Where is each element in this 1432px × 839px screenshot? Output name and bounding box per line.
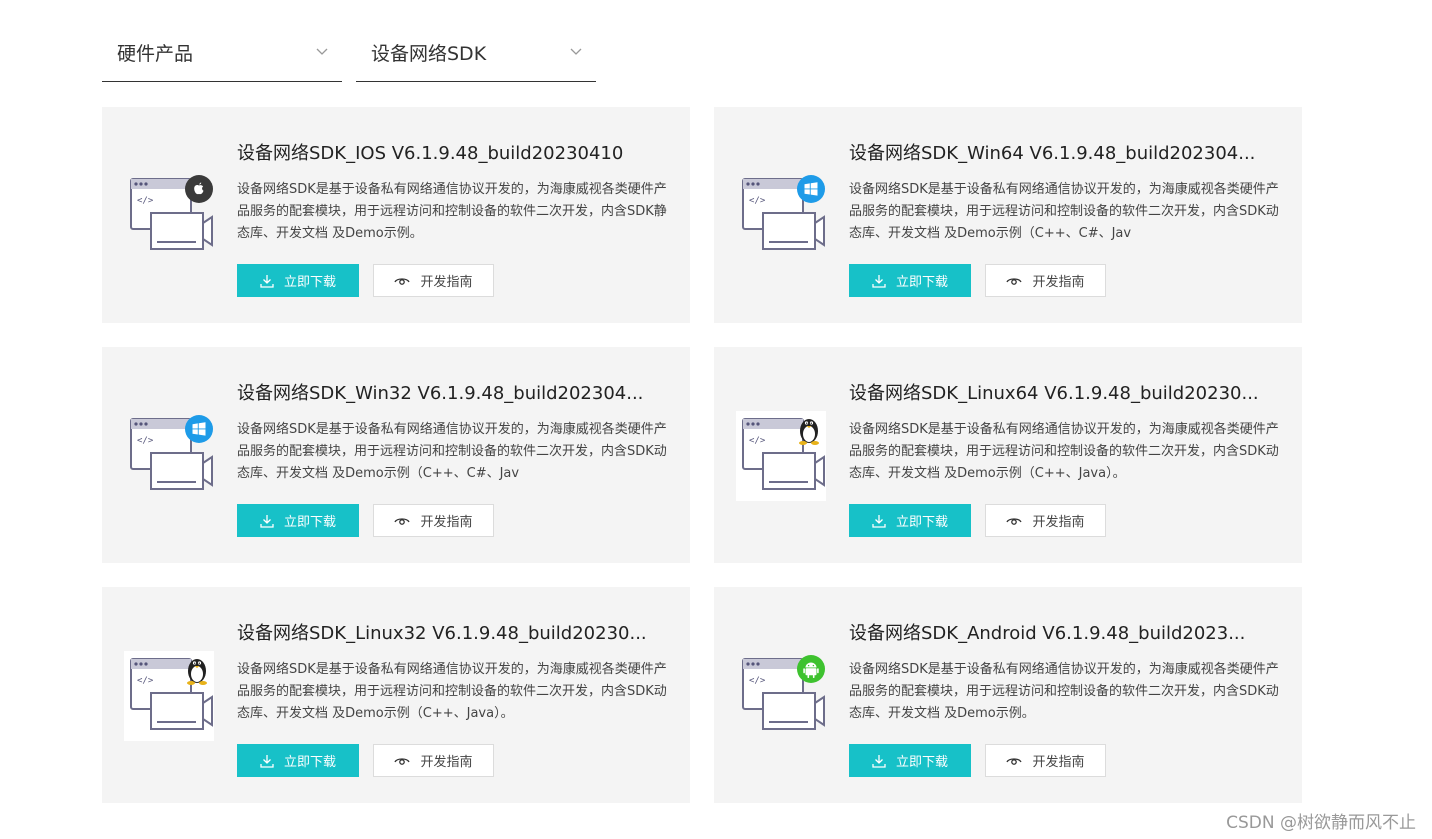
dev-guide-button[interactable]: 开发指南 — [373, 264, 494, 297]
apple-icon — [184, 174, 214, 208]
eye-icon — [1006, 277, 1023, 285]
dev-guide-button[interactable]: 开发指南 — [985, 264, 1106, 297]
dev-guide-label: 开发指南 — [420, 515, 473, 530]
eye-icon — [1006, 757, 1023, 765]
download-button[interactable]: 立即下载 — [849, 264, 971, 297]
sdk-description: 设备网络SDK是基于设备私有网络通信协议开发的，为海康威视各类硬件产品服务的配套… — [237, 182, 667, 241]
download-icon — [260, 514, 274, 528]
sdk-title: 设备网络SDK_Win32 V6.1.9.48_build202304... — [237, 383, 644, 404]
download-icon — [872, 754, 886, 768]
sdk-description: 设备网络SDK是基于设备私有网络通信协议开发的，为海康威视各类硬件产品服务的配套… — [849, 422, 1279, 481]
svg-text:</>: </> — [749, 436, 766, 446]
chevron-down-icon — [570, 45, 582, 60]
svg-text:</>: </> — [749, 676, 766, 686]
download-label: 立即下载 — [895, 275, 948, 290]
dev-guide-button[interactable]: 开发指南 — [985, 504, 1106, 537]
download-button[interactable]: 立即下载 — [237, 744, 359, 777]
sdk-title: 设备网络SDK_Android V6.1.9.48_build2023... — [849, 623, 1246, 644]
dev-guide-label: 开发指南 — [1032, 275, 1085, 290]
download-icon — [260, 754, 274, 768]
android-icon — [796, 654, 826, 688]
dev-guide-button[interactable]: 开发指南 — [373, 504, 494, 537]
download-label: 立即下载 — [283, 275, 336, 290]
download-label: 立即下载 — [283, 755, 336, 770]
eye-icon — [394, 757, 411, 765]
sdk-title: 设备网络SDK_IOS V6.1.9.48_build20230410 — [237, 143, 624, 164]
sdk-type-label: 设备网络SDK — [371, 43, 487, 65]
download-label: 立即下载 — [283, 515, 336, 530]
sdk-title: 设备网络SDK_Linux64 V6.1.9.48_build20230... — [849, 383, 1259, 404]
download-button[interactable]: 立即下载 — [849, 504, 971, 537]
download-icon — [872, 514, 886, 528]
eye-icon — [394, 277, 411, 285]
sdk-description: 设备网络SDK是基于设备私有网络通信协议开发的，为海康威视各类硬件产品服务的配套… — [849, 662, 1279, 721]
dev-guide-label: 开发指南 — [420, 755, 473, 770]
chevron-down-icon — [316, 45, 328, 60]
sdk-title: 设备网络SDK_Win64 V6.1.9.48_build202304... — [849, 143, 1256, 164]
download-icon — [260, 274, 274, 288]
download-button[interactable]: 立即下载 — [237, 504, 359, 537]
dev-guide-label: 开发指南 — [1032, 515, 1085, 530]
svg-text:</>: </> — [137, 196, 154, 206]
dev-guide-button[interactable]: 开发指南 — [985, 744, 1106, 777]
sdk-type-dropdown[interactable]: 设备网络SDK — [356, 24, 596, 82]
sdk-description: 设备网络SDK是基于设备私有网络通信协议开发的，为海康威视各类硬件产品服务的配套… — [237, 662, 667, 721]
csdn-watermark: CSDN @树欲静而风不止 — [1226, 813, 1416, 833]
windows-icon — [796, 174, 826, 208]
svg-text:</>: </> — [137, 436, 154, 446]
hardware-product-label: 硬件产品 — [117, 43, 194, 65]
sdk-title: 设备网络SDK_Linux32 V6.1.9.48_build20230... — [237, 623, 647, 644]
sdk-card-linux32: </> 设备网络SDK_Linux32 V6.1.9.48_build20230… — [102, 587, 690, 803]
svg-text:</>: </> — [749, 196, 766, 206]
download-icon — [872, 274, 886, 288]
linux-penguin-icon — [794, 413, 824, 451]
sdk-card-android: </> 设备网络SDK_Android V6.1.9.48_build2023.… — [714, 587, 1302, 803]
eye-icon — [1006, 517, 1023, 525]
windows-icon — [184, 414, 214, 448]
linux-penguin-icon — [182, 653, 212, 691]
sdk-description: 设备网络SDK是基于设备私有网络通信协议开发的，为海康威视各类硬件产品服务的配套… — [849, 182, 1279, 241]
download-label: 立即下载 — [895, 755, 948, 770]
sdk-card-win32: </> 设备网络SDK_Win32 V6.1.9.48_build202304.… — [102, 347, 690, 563]
svg-text:</>: </> — [137, 676, 154, 686]
download-button[interactable]: 立即下载 — [849, 744, 971, 777]
download-button[interactable]: 立即下载 — [237, 264, 359, 297]
sdk-card-win64: </> 设备网络SDK_Win64 V6.1.9.48_build202304.… — [714, 107, 1302, 323]
sdk-card-linux64: </> 设备网络SDK_Linux64 V6.1.9.48_build20230… — [714, 347, 1302, 563]
sdk-description: 设备网络SDK是基于设备私有网络通信协议开发的，为海康威视各类硬件产品服务的配套… — [237, 422, 667, 481]
dev-guide-button[interactable]: 开发指南 — [373, 744, 494, 777]
sdk-card-ios: </> 设备网络SDK_IOS V6.1.9.48_build20230410 … — [102, 107, 690, 323]
dev-guide-label: 开发指南 — [420, 275, 473, 290]
eye-icon — [394, 517, 411, 525]
dev-guide-label: 开发指南 — [1032, 755, 1085, 770]
hardware-product-dropdown[interactable]: 硬件产品 — [102, 24, 342, 82]
download-label: 立即下载 — [895, 515, 948, 530]
